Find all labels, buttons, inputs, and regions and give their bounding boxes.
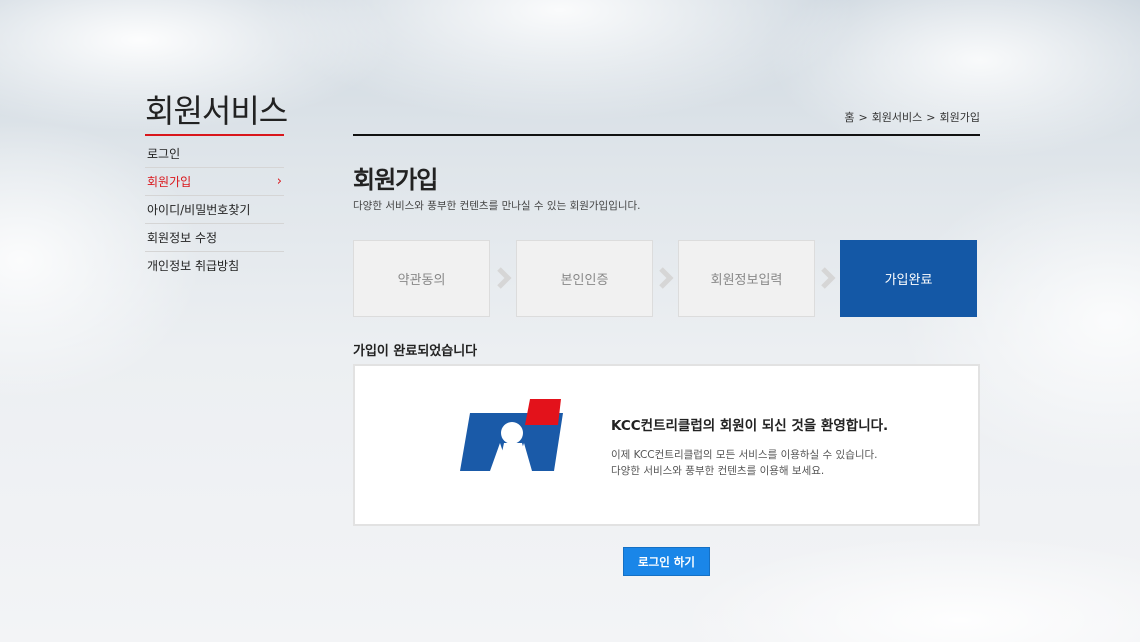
login-button[interactable]: 로그인 하기 [623,547,710,576]
sidebar-item-signup[interactable]: 회원가입 › [145,168,284,196]
welcome-panel: KCC컨트리클럽의 회원이 되신 것을 환영합니다. 이제 KCC컨트리클럽의 … [353,364,980,526]
step-complete: 가입완료 [840,240,977,317]
step-terms: 약관동의 [353,240,490,317]
header-divider [353,134,980,136]
step-label: 본인인증 [560,273,609,288]
sidebar-item-label: 회원가입 [147,175,192,189]
completion-title: 가입이 완료되었습니다 [353,344,478,359]
breadcrumb-member-service[interactable]: 회원서비스 [872,109,923,125]
sidebar-item-label: 로그인 [147,147,181,161]
step-member-info: 회원정보입력 [678,240,815,317]
chevron-right-icon [656,267,676,289]
sidebar-item-label: 개인정보 취급방침 [147,259,240,273]
step-label: 회원정보입력 [710,273,783,288]
sidebar-item-privacy-policy[interactable]: 개인정보 취급방침 [145,252,284,280]
chevron-right-icon: › [276,174,282,189]
step-label: 약관동의 [397,273,446,288]
sidebar-divider [145,134,284,136]
step-label: 가입완료 [884,273,933,288]
welcome-line: 다양한 서비스와 풍부한 컨텐츠를 이용해 보세요. [611,465,825,477]
welcome-line: 이제 KCC컨트리클럽의 모든 서비스를 이용하실 수 있습니다. [611,449,878,461]
sidebar-item-label: 아이디/비밀번호찾기 [147,203,251,217]
sidebar-item-find-account[interactable]: 아이디/비밀번호찾기 [145,196,284,224]
sidebar-item-label: 회원정보 수정 [147,231,218,245]
sidebar-item-edit-profile[interactable]: 회원정보 수정 [145,224,284,252]
welcome-message: 이제 KCC컨트리클럽의 모든 서비스를 이용하실 수 있습니다. 다양한 서비… [611,447,878,479]
breadcrumb-home[interactable]: 홈 [844,109,854,125]
sidebar-title: 회원서비스 [145,92,288,130]
page-description: 다양한 서비스와 풍부한 컨텐츠를 만나실 수 있는 회원가입입니다. [353,200,641,212]
sidebar-menu: 로그인 회원가입 › 아이디/비밀번호찾기 회원정보 수정 개인정보 취급방침 [145,140,284,280]
signup-steps: 약관동의 본인인증 회원정보입력 가입완료 [353,240,977,317]
step-verification: 본인인증 [516,240,653,317]
breadcrumb-current: 회원가입 [939,111,980,124]
kcc-logo-icon [460,399,563,471]
breadcrumb-separator: > [858,110,868,124]
page-title: 회원가입 [353,166,438,194]
welcome-headline: KCC컨트리클럽의 회원이 되신 것을 환영합니다. [611,418,889,434]
sidebar-item-login[interactable]: 로그인 [145,140,284,168]
breadcrumb-separator: > [926,110,936,124]
chevron-right-icon [494,267,514,289]
chevron-right-icon [818,267,838,289]
breadcrumb: 홈 > 회원서비스 > 회원가입 [844,109,980,125]
